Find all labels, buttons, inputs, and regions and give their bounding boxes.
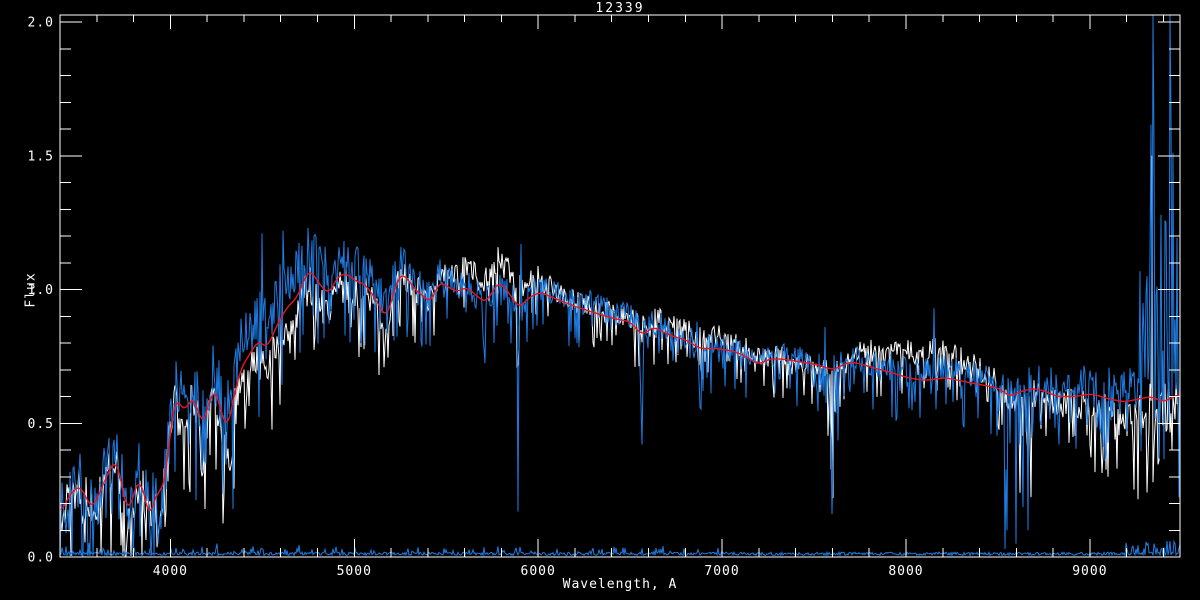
y-tick-label: 0.0 xyxy=(28,551,54,566)
axes-layer xyxy=(59,14,1181,558)
x-axis-label: Wavelength, A xyxy=(562,577,678,592)
spectra-layer xyxy=(60,15,1180,557)
y-axis-label: Flux xyxy=(23,272,39,308)
plot-frame xyxy=(59,14,1181,558)
error-spectrum xyxy=(60,539,1180,557)
y-tick-label: 2.0 xyxy=(28,16,54,31)
observed-spectrum-blue xyxy=(60,15,1180,557)
comparison-spectrum-white xyxy=(60,155,1180,557)
spectrum-plot: 4000 5000 6000 7000 8000 90000.00.51.01.52.0 xyxy=(28,14,1181,579)
y-tick-label: 0.5 xyxy=(28,417,54,432)
y-tick-label: 1.5 xyxy=(28,149,54,164)
spectrum-viewer-window: 4000 5000 6000 7000 8000 9000 0.0 0.5 1.0 1.5 2.0 … xyxy=(0,0,1200,600)
plot-title: 12339 xyxy=(595,1,645,16)
